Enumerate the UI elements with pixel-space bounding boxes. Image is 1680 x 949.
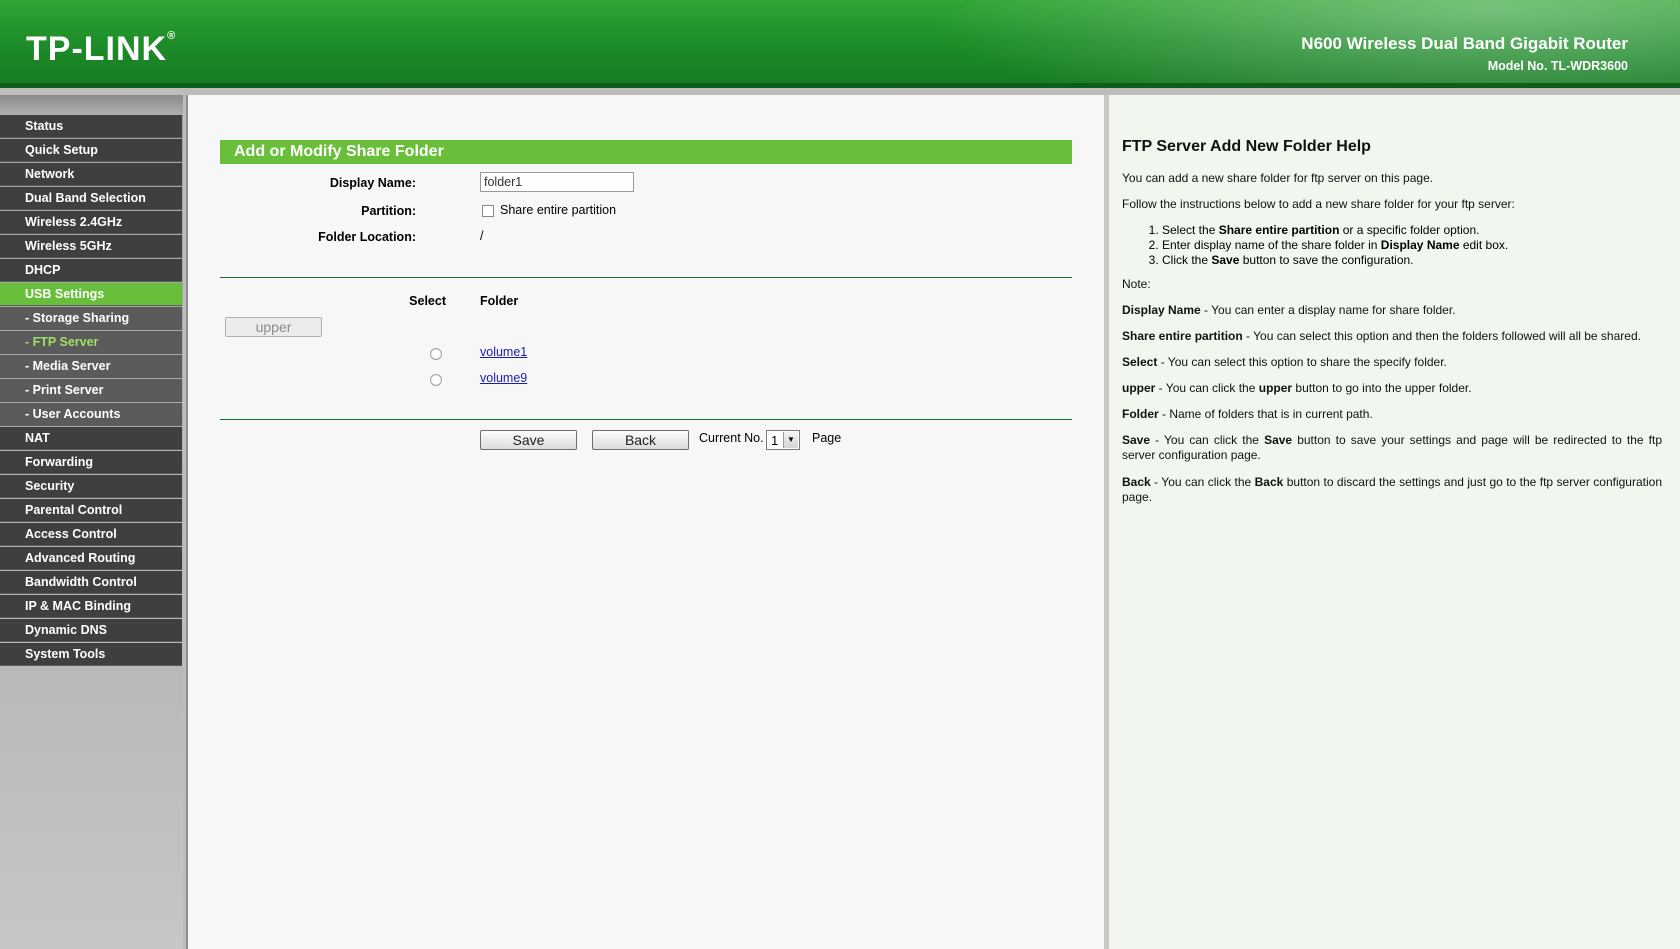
help-note-save: Save - You can click the Save button to … [1122,433,1662,462]
sidebar-item-advanced-routing[interactable]: Advanced Routing [0,547,182,570]
sidebar-item-dhcp[interactable]: DHCP [0,259,182,282]
sidebar-item-usb-settings[interactable]: USB Settings [0,283,182,306]
folder-radio-2[interactable] [430,374,442,386]
sidebar-item-print-server[interactable]: - Print Server [0,379,182,402]
tp-link-logo: TP-LINK® [26,30,177,68]
sidebar-item-system-tools[interactable]: System Tools [0,643,182,666]
model-number: Model No. TL-WDR3600 [1487,59,1628,73]
help-intro: You can add a new share folder for ftp s… [1122,171,1434,185]
sidebar-item-storage-sharing[interactable]: - Storage Sharing [0,307,182,330]
page-select[interactable]: 1 ▼ [766,430,800,450]
page-select-value: 1 [771,433,779,448]
folder-radio-1[interactable] [430,348,442,360]
display-name-label: Display Name: [329,176,416,190]
folder-link-1[interactable]: volume1 [480,345,527,359]
sidebar-item-access-control[interactable]: Access Control [0,523,182,546]
sidebar-item-network[interactable]: Network [0,163,182,186]
help-note-select: Select - You can select this option to s… [1122,355,1447,369]
main-panel: Add or Modify Share Folder Display Name:… [186,95,1104,949]
sidebar-item-wireless-2-4ghz[interactable]: Wireless 2.4GHz [0,211,182,234]
help-panel: FTP Server Add New Folder Help You can a… [1104,95,1680,949]
sidebar-item-nat[interactable]: NAT [0,427,182,450]
header-stripe [0,83,1680,88]
sidebar-item-media-server[interactable]: - Media Server [0,355,182,378]
folder-location-value: / [480,229,484,243]
help-note-share-entire: Share entire partition - You can select … [1122,329,1641,343]
folder-location-label: Folder Location: [318,230,416,244]
sidebar-top [0,95,183,115]
sidebar-item-security[interactable]: Security [0,475,182,498]
share-entire-partition-checkbox[interactable] [482,205,494,217]
share-entire-partition-label: Share entire partition [500,203,617,217]
sidebar-item-user-accounts[interactable]: - User Accounts [0,403,182,426]
help-step-2: Enter display name of the share folder i… [1162,238,1662,253]
sidebar-item-dual-band-selection[interactable]: Dual Band Selection [0,187,182,210]
product-name: N600 Wireless Dual Band Gigabit Router [1301,34,1628,53]
sidebar-item-bandwidth-control[interactable]: Bandwidth Control [0,571,182,594]
header-banner: TP-LINK® N600 Wireless Dual Band Gigabit… [0,0,1680,88]
sidebar-item-status[interactable]: Status [0,115,182,138]
help-step-1: Select the Share entire partition or a s… [1162,223,1662,238]
help-follow: Follow the instructions below to add a n… [1122,197,1515,211]
display-name-input[interactable] [480,172,634,192]
sidebar-item-dynamic-dns[interactable]: Dynamic DNS [0,619,182,642]
help-note-display-name: Display Name - You can enter a display n… [1122,303,1456,317]
select-column-header: Select [409,294,446,308]
page-label: Page [812,431,842,445]
help-title: FTP Server Add New Folder Help [1122,138,1371,155]
folder-link-2[interactable]: volume9 [480,371,527,385]
help-steps: Select the Share entire partition or a s… [1122,223,1662,268]
sidebar-item-ftp-server[interactable]: - FTP Server [0,331,182,354]
sidebar-menu: Status Quick Setup Network Dual Band Select… [0,95,183,949]
back-button[interactable]: Back [592,430,689,450]
upper-button[interactable]: upper [225,317,322,337]
help-step-3: Click the Save button to save the config… [1162,253,1662,268]
partition-label: Partition: [361,204,416,218]
sidebar-item-ip-mac-binding[interactable]: IP & MAC Binding [0,595,182,618]
folder-column-header: Folder [480,294,519,308]
sidebar-item-quick-setup[interactable]: Quick Setup [0,139,182,162]
help-note-back: Back - You can click the Back button to … [1122,475,1662,504]
current-no-label: Current No. [699,431,764,445]
divider-top [220,277,1072,278]
help-note-upper: upper - You can click the upper button t… [1122,381,1472,395]
help-note: Note: [1122,277,1151,291]
help-note-folder: Folder - Name of folders that is in curr… [1122,407,1373,421]
sidebar-item-wireless-5ghz[interactable]: Wireless 5GHz [0,235,182,258]
divider-bottom [220,419,1072,420]
sidebar-item-parental-control[interactable]: Parental Control [0,499,182,522]
nav-list: Status Quick Setup Network Dual Band Select… [0,115,183,666]
section-title: Add or Modify Share Folder [220,140,1072,164]
sidebar-item-forwarding[interactable]: Forwarding [0,451,182,474]
chevron-down-icon[interactable]: ▼ [783,432,798,448]
save-button[interactable]: Save [480,430,577,450]
